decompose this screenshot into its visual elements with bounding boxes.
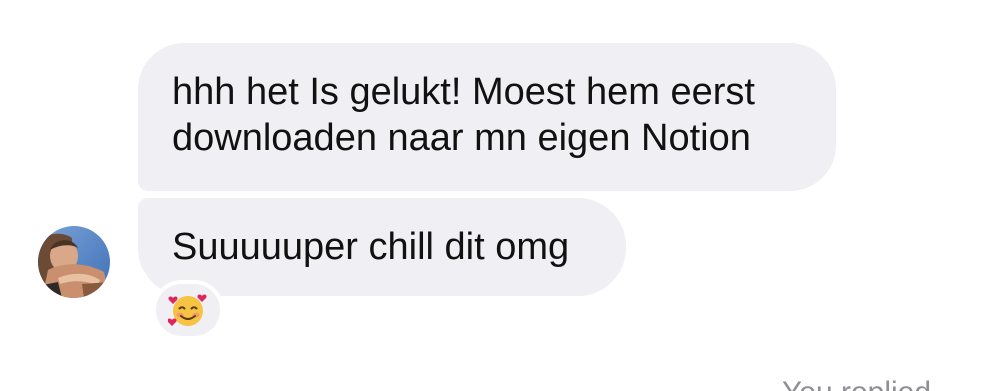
message-reaction[interactable] (152, 280, 224, 340)
smiling-face-with-hearts-icon (168, 294, 207, 326)
message-text-line: downloaden naar mn eigen Notion (172, 117, 751, 159)
message-bubble[interactable]: hhh het Is gelukt! Moest hem eerst downl… (138, 43, 836, 191)
message-text-line: Suuuuuper chill dit omg (172, 226, 570, 268)
message-text-line: hhh het Is gelukt! Moest hem eerst (172, 71, 755, 113)
message-bubble[interactable]: Suuuuuper chill dit omg (138, 198, 626, 296)
avatar[interactable] (38, 226, 110, 298)
chat-thread: hhh het Is gelukt! Moest hem eerst downl… (0, 0, 1000, 391)
reply-status-text: You replied (782, 376, 931, 391)
profile-photo-icon (38, 226, 110, 298)
